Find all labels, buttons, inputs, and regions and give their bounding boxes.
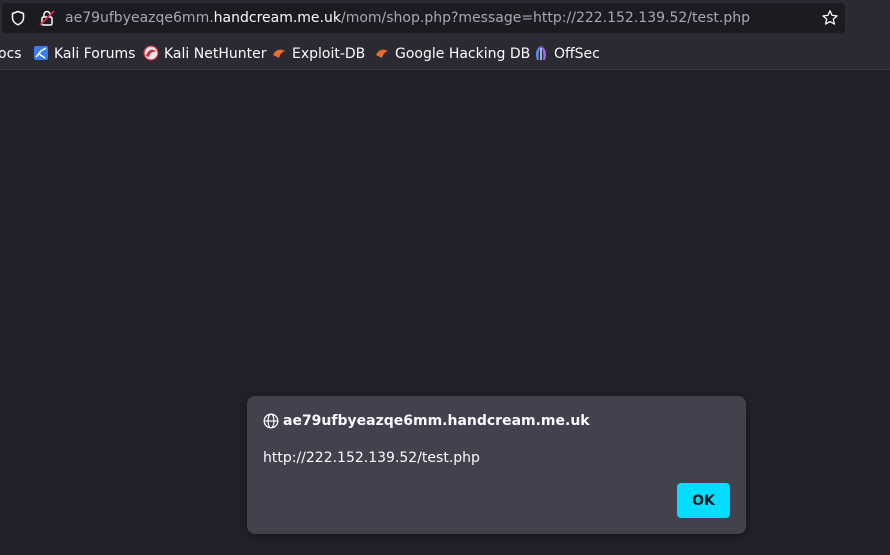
kali-forums-icon (34, 46, 48, 60)
globe-icon (263, 413, 279, 429)
bookmarks-toolbar: ocs Kali Forums Kali NetHunter Exploit-D… (0, 38, 890, 70)
url-path: /mom/shop.php?message=http://222.152.139… (340, 10, 750, 26)
bookmark-label: OffSec (554, 46, 600, 62)
bookmark-label: Google Hacking DB (395, 46, 531, 62)
url-prefix: ae79ufbyeazqe6mm. (65, 10, 214, 26)
bookmark-offsec[interactable]: OffSec (533, 45, 600, 63)
insecure-lock-icon[interactable] (38, 9, 56, 27)
url-host: handcream.me.uk (213, 10, 341, 26)
bookmark-kali-forums[interactable]: Kali Forums (33, 45, 135, 63)
google-hacking-db-icon (376, 49, 388, 58)
kali-nethunter-icon (143, 45, 159, 61)
bookmark-exploit-db[interactable]: Exploit-DB (271, 45, 365, 63)
dialog-origin: ae79ufbyeazqe6mm.handcream.me.uk (283, 413, 590, 429)
tracking-protection-shield-icon[interactable] (10, 10, 26, 26)
url-bar[interactable]: ae79ufbyeazqe6mm.handcream.me.uk/mom/sho… (2, 3, 845, 33)
browser-toolbar: ae79ufbyeazqe6mm.handcream.me.uk/mom/sho… (0, 0, 890, 38)
url-text[interactable]: ae79ufbyeazqe6mm.handcream.me.uk/mom/sho… (65, 10, 750, 26)
offsec-icon (536, 46, 546, 60)
bookmark-label: ocs (0, 46, 22, 62)
exploit-db-icon (273, 49, 285, 58)
bookmark-label: Kali NetHunter (164, 46, 267, 62)
bookmark-kali-nethunter[interactable]: Kali NetHunter (143, 45, 266, 63)
bookmark-label: Exploit-DB (292, 46, 366, 62)
ok-button[interactable]: OK (677, 483, 730, 518)
alert-dialog: ae79ufbyeazqe6mm.handcream.me.uk http://… (247, 396, 746, 534)
bookmark-google-hacking-db[interactable]: Google Hacking DB (374, 45, 530, 63)
dialog-message: http://222.152.139.52/test.php (263, 450, 480, 466)
bookmark-star-icon[interactable] (821, 9, 839, 27)
bookmark-label: Kali Forums (54, 46, 136, 62)
bookmark-docs[interactable]: ocs (0, 45, 22, 63)
